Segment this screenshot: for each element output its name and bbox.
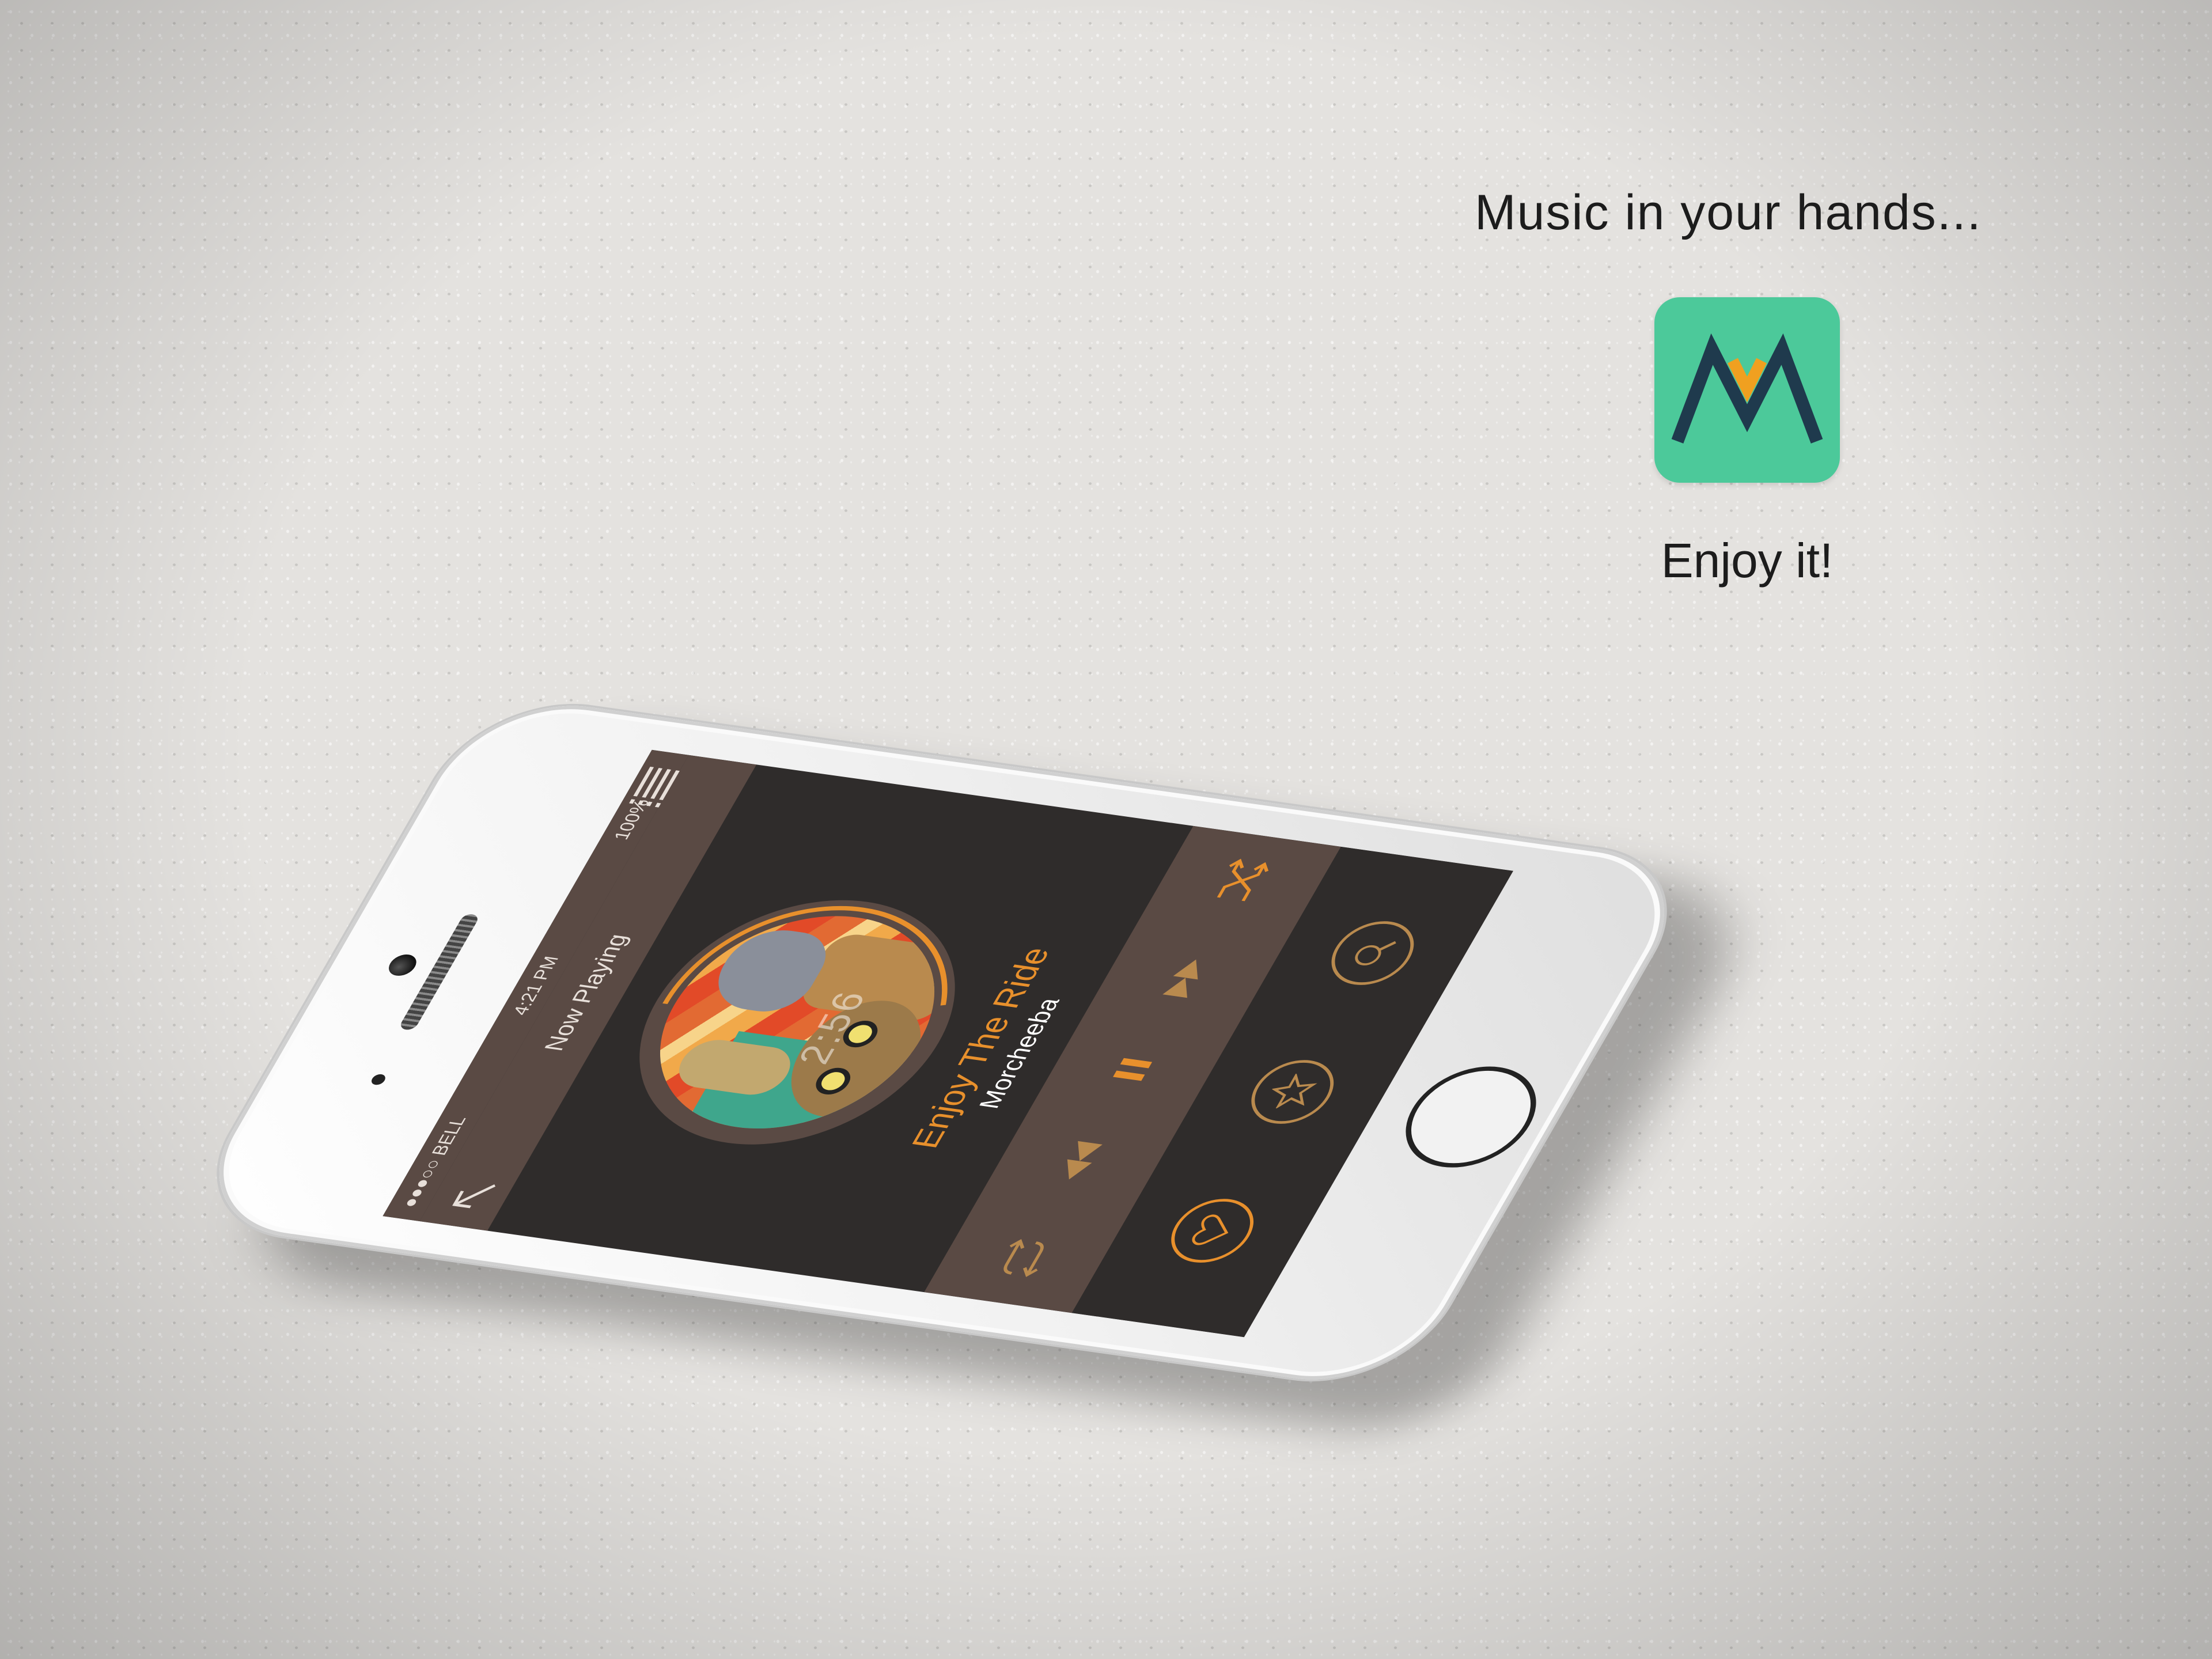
rewind-button[interactable] (1039, 1134, 1121, 1188)
search-button[interactable] (1317, 916, 1428, 990)
star-icon (1271, 1073, 1317, 1109)
front-camera (384, 953, 421, 978)
fast-forward-icon (1162, 959, 1198, 998)
app-screen: ●●●○○ BELL 4:21 PM 100% Now Playing 2:56… (382, 749, 1513, 1338)
rewind-icon (1067, 1141, 1103, 1180)
repeat-icon (1003, 1238, 1044, 1277)
favorite-button[interactable] (1237, 1055, 1348, 1129)
shuffle-icon (1217, 858, 1269, 902)
like-button[interactable] (1157, 1194, 1268, 1268)
proximity-sensor (369, 1073, 388, 1086)
home-button[interactable] (1384, 1059, 1558, 1175)
promo-tagline: Music in your hands... (1475, 185, 1982, 240)
promo-enjoy-text: Enjoy it! (1661, 533, 1834, 588)
repeat-button[interactable] (982, 1230, 1065, 1285)
heart-icon (1192, 1214, 1229, 1245)
search-icon (1355, 941, 1396, 965)
earpiece-speaker (397, 913, 481, 1031)
fast-forward-button[interactable] (1144, 950, 1226, 1005)
pause-button[interactable] (1091, 1042, 1173, 1097)
app-logo-icon (1654, 297, 1840, 483)
shuffle-button[interactable] (1200, 854, 1282, 908)
pause-icon (1113, 1058, 1153, 1081)
